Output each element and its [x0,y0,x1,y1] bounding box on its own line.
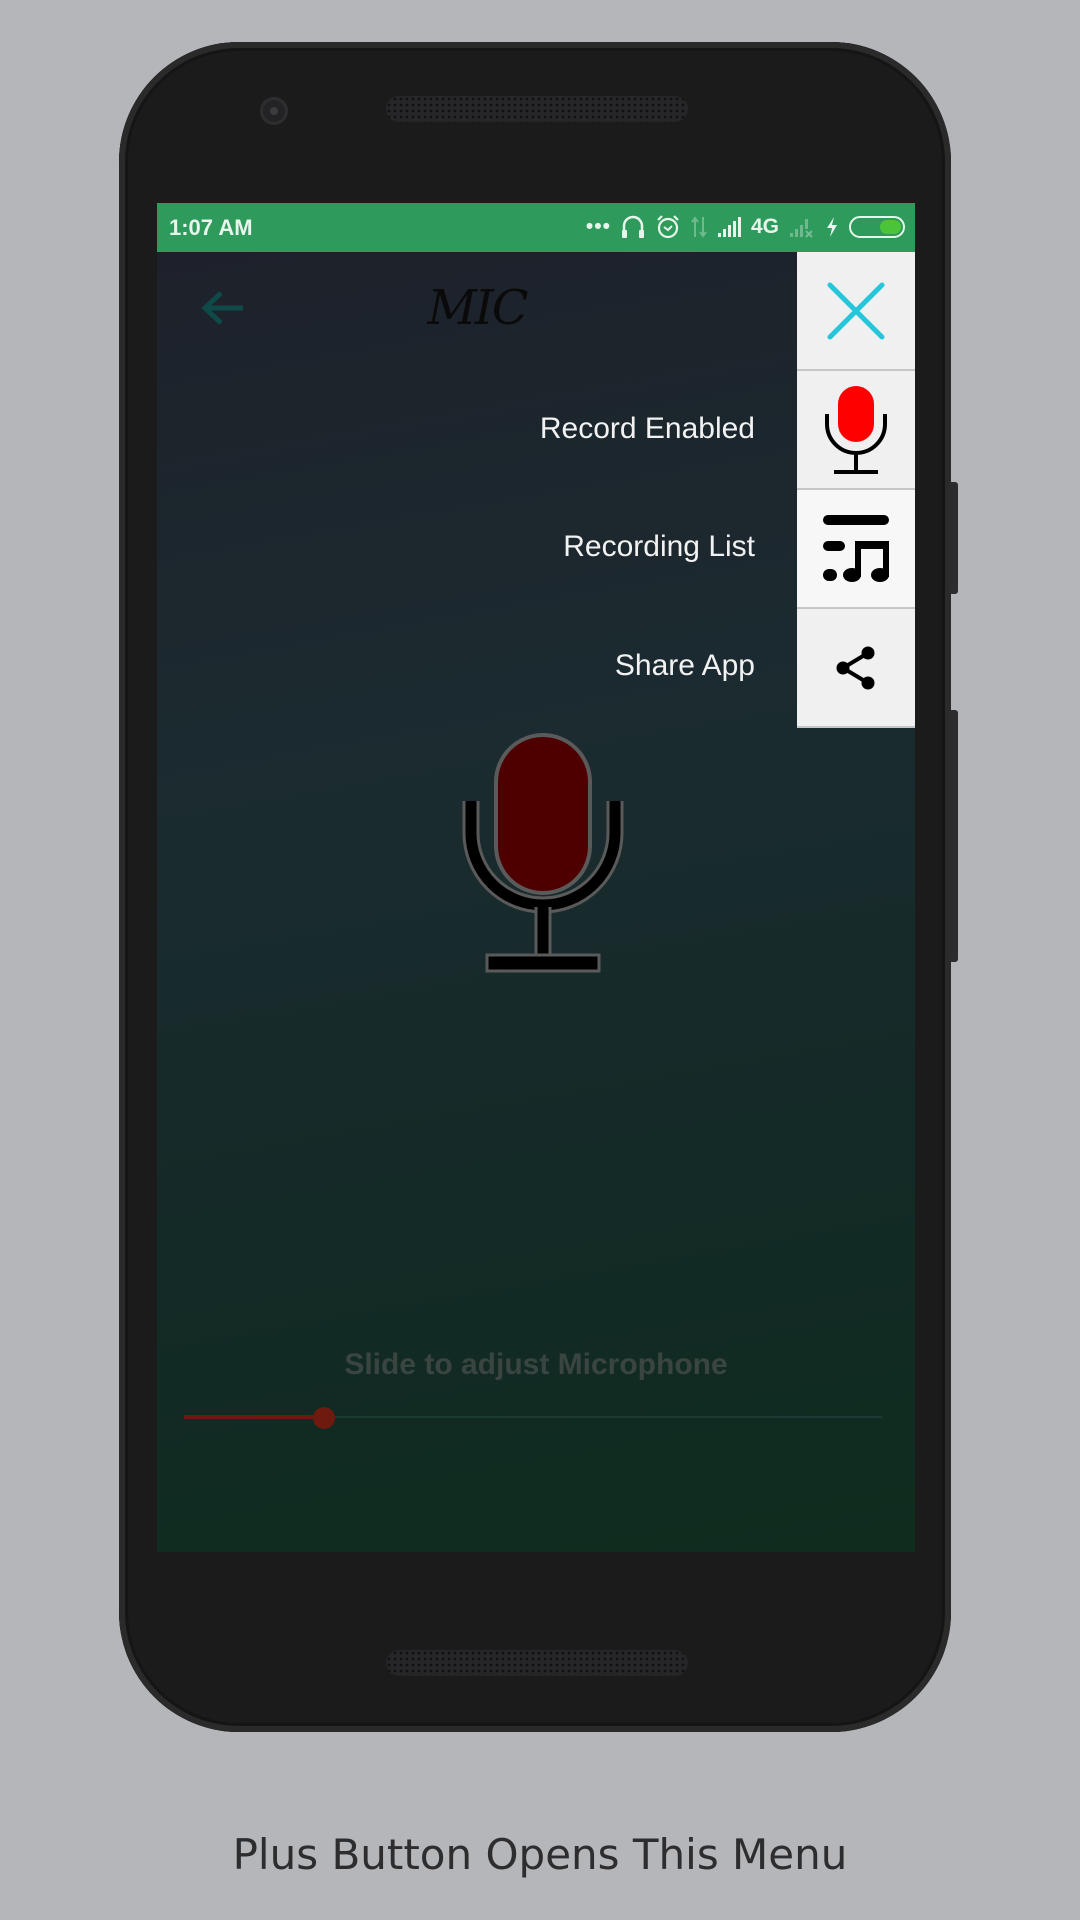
volume-button [948,710,958,962]
signal-icon [717,217,741,237]
menu-label-record-enabled[interactable]: Record Enabled [540,412,755,446]
share-app-button[interactable] [797,609,915,728]
more-dots-icon: ••• [585,215,611,238]
microphone-icon [825,385,887,474]
slider-fill [184,1415,324,1419]
phone-screen: 1:07 AM ••• 4G MIC Record Enabled Record… [157,203,915,1552]
alarm-icon [657,215,679,239]
no-signal-icon [790,219,813,238]
front-camera [260,97,288,125]
share-icon [836,646,875,689]
battery-level [880,220,901,234]
battery-icon [849,216,905,238]
top-speaker [386,96,688,122]
power-button [948,482,958,594]
music-list-icon [823,514,889,582]
record-enabled-button[interactable] [797,371,915,490]
data-transfer-icon [691,216,707,238]
menu-label-recording-list[interactable]: Recording List [563,530,755,564]
microphone-volume-slider[interactable] [184,1407,882,1429]
floating-action-menu [797,252,915,728]
status-icons: ••• 4G [586,212,905,242]
caption: Plus Button Opens This Menu [232,1830,848,1879]
close-icon [827,282,885,339]
status-bar: 1:07 AM ••• 4G [157,203,915,252]
slider-thumb[interactable] [312,1407,335,1429]
app-bar: MIC [157,252,797,370]
bottom-speaker [386,1650,688,1676]
recording-list-button[interactable] [797,490,915,609]
charging-icon [827,217,837,237]
network-type: 4G [750,215,779,238]
microphone-icon[interactable] [460,731,626,976]
close-menu-button[interactable] [797,252,915,371]
app-title: MIC [427,280,529,336]
headset-icon [621,215,644,238]
status-time: 1:07 AM [169,215,253,240]
menu-label-share-app[interactable]: Share App [615,649,755,683]
slider-label: Slide to adjust Microphone [344,1348,728,1381]
